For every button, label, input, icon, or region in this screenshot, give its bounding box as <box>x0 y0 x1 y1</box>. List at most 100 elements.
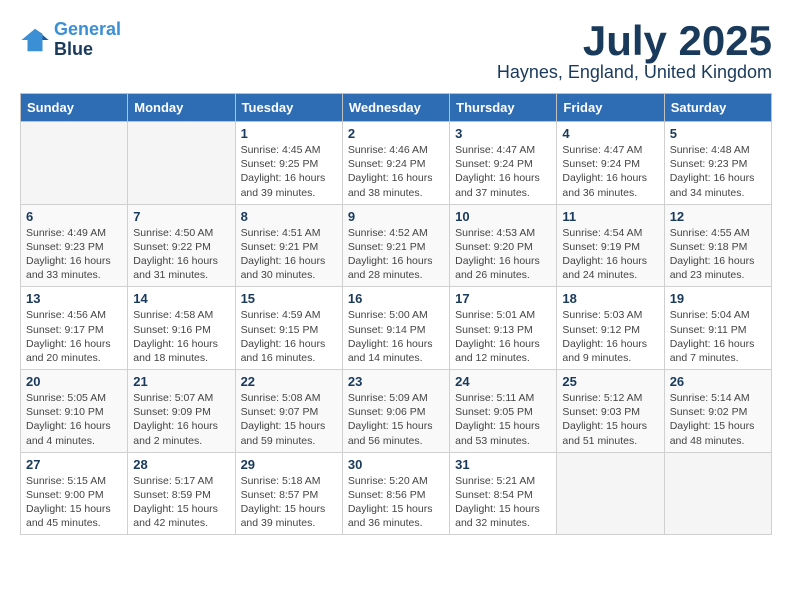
day-number: 1 <box>241 126 337 141</box>
day-info: Sunrise: 4:53 AMSunset: 9:20 PMDaylight:… <box>455 226 551 283</box>
day-info: Sunrise: 4:58 AMSunset: 9:16 PMDaylight:… <box>133 308 229 365</box>
day-info: Sunrise: 5:12 AMSunset: 9:03 PMDaylight:… <box>562 391 658 448</box>
calendar-cell: 4 Sunrise: 4:47 AMSunset: 9:24 PMDaylight… <box>557 122 664 205</box>
day-number: 28 <box>133 457 229 472</box>
day-number: 11 <box>562 209 658 224</box>
day-info: Sunrise: 4:56 AMSunset: 9:17 PMDaylight:… <box>26 308 122 365</box>
day-number: 4 <box>562 126 658 141</box>
day-number: 12 <box>670 209 766 224</box>
day-number: 13 <box>26 291 122 306</box>
calendar-cell: 8 Sunrise: 4:51 AMSunset: 9:21 PMDaylight… <box>235 204 342 287</box>
day-number: 14 <box>133 291 229 306</box>
calendar-week-row: 6 Sunrise: 4:49 AMSunset: 9:23 PMDaylight… <box>21 204 772 287</box>
calendar-cell: 29Sunrise: 5:18 AMSunset: 8:57 PMDayligh… <box>235 452 342 535</box>
calendar-cell <box>664 452 771 535</box>
day-info: Sunrise: 4:49 AMSunset: 9:23 PMDaylight:… <box>26 226 122 283</box>
col-sunday: Sunday <box>21 94 128 122</box>
day-info: Sunrise: 5:05 AMSunset: 9:10 PMDaylight:… <box>26 391 122 448</box>
day-info: Sunrise: 5:00 AMSunset: 9:14 PMDaylight:… <box>348 308 444 365</box>
calendar-cell <box>21 122 128 205</box>
day-number: 15 <box>241 291 337 306</box>
day-info: Sunrise: 4:48 AMSunset: 9:23 PMDaylight:… <box>670 143 766 200</box>
calendar-week-row: 13 Sunrise: 4:56 AMSunset: 9:17 PMDayligh… <box>21 287 772 370</box>
day-info: Sunrise: 4:51 AMSunset: 9:21 PMDaylight:… <box>241 226 337 283</box>
day-info: Sunrise: 5:11 AMSunset: 9:05 PMDaylight:… <box>455 391 551 448</box>
calendar-table: Sunday Monday Tuesday Wednesday Thursday… <box>20 93 772 535</box>
location: Haynes, England, United Kingdom <box>497 62 772 83</box>
calendar-cell: 26 Sunrise: 5:14 AMSunset: 9:02 PMDayligh… <box>664 370 771 453</box>
day-number: 6 <box>26 209 122 224</box>
calendar-cell: 25 Sunrise: 5:12 AMSunset: 9:03 PMDayligh… <box>557 370 664 453</box>
day-number: 10 <box>455 209 551 224</box>
col-thursday: Thursday <box>450 94 557 122</box>
calendar-cell: 9 Sunrise: 4:52 AMSunset: 9:21 PMDaylight… <box>342 204 449 287</box>
day-number: 29 <box>241 457 337 472</box>
day-number: 24 <box>455 374 551 389</box>
calendar-cell: 21 Sunrise: 5:07 AMSunset: 9:09 PMDayligh… <box>128 370 235 453</box>
calendar-cell: 22 Sunrise: 5:08 AMSunset: 9:07 PMDayligh… <box>235 370 342 453</box>
calendar-header-row: Sunday Monday Tuesday Wednesday Thursday… <box>21 94 772 122</box>
day-info: Sunrise: 5:14 AMSunset: 9:02 PMDaylight:… <box>670 391 766 448</box>
day-number: 7 <box>133 209 229 224</box>
col-friday: Friday <box>557 94 664 122</box>
calendar-cell: 20Sunrise: 5:05 AMSunset: 9:10 PMDayligh… <box>21 370 128 453</box>
day-info: Sunrise: 5:04 AMSunset: 9:11 PMDaylight:… <box>670 308 766 365</box>
page-header: General Blue July 2025 Haynes, England, … <box>20 20 772 83</box>
calendar-cell: 10 Sunrise: 4:53 AMSunset: 9:20 PMDayligh… <box>450 204 557 287</box>
calendar-week-row: 27Sunrise: 5:15 AMSunset: 9:00 PMDayligh… <box>21 452 772 535</box>
calendar-week-row: 1Sunrise: 4:45 AMSunset: 9:25 PMDaylight… <box>21 122 772 205</box>
calendar-cell: 18Sunrise: 5:03 AMSunset: 9:12 PMDayligh… <box>557 287 664 370</box>
logo-icon <box>20 25 50 55</box>
title-area: July 2025 Haynes, England, United Kingdo… <box>497 20 772 83</box>
calendar-cell <box>128 122 235 205</box>
logo: General Blue <box>20 20 121 60</box>
col-tuesday: Tuesday <box>235 94 342 122</box>
calendar-cell: 5 Sunrise: 4:48 AMSunset: 9:23 PMDaylight… <box>664 122 771 205</box>
calendar-cell: 12 Sunrise: 4:55 AMSunset: 9:18 PMDayligh… <box>664 204 771 287</box>
day-number: 23 <box>348 374 444 389</box>
day-info: Sunrise: 5:03 AMSunset: 9:12 PMDaylight:… <box>562 308 658 365</box>
day-info: Sunrise: 4:52 AMSunset: 9:21 PMDaylight:… <box>348 226 444 283</box>
day-number: 9 <box>348 209 444 224</box>
logo-text: General Blue <box>54 20 121 60</box>
calendar-cell: 31Sunrise: 5:21 AMSunset: 8:54 PMDayligh… <box>450 452 557 535</box>
calendar-cell: 28 Sunrise: 5:17 AMSunset: 8:59 PMDayligh… <box>128 452 235 535</box>
day-number: 16 <box>348 291 444 306</box>
calendar-cell: 11Sunrise: 4:54 AMSunset: 9:19 PMDayligh… <box>557 204 664 287</box>
day-number: 31 <box>455 457 551 472</box>
calendar-week-row: 20Sunrise: 5:05 AMSunset: 9:10 PMDayligh… <box>21 370 772 453</box>
calendar-cell: 19Sunrise: 5:04 AMSunset: 9:11 PMDayligh… <box>664 287 771 370</box>
day-number: 22 <box>241 374 337 389</box>
day-number: 25 <box>562 374 658 389</box>
col-saturday: Saturday <box>664 94 771 122</box>
calendar-cell: 13 Sunrise: 4:56 AMSunset: 9:17 PMDayligh… <box>21 287 128 370</box>
day-number: 5 <box>670 126 766 141</box>
month-title: July 2025 <box>497 20 772 62</box>
day-number: 26 <box>670 374 766 389</box>
calendar-cell: 3 Sunrise: 4:47 AMSunset: 9:24 PMDaylight… <box>450 122 557 205</box>
day-info: Sunrise: 4:50 AMSunset: 9:22 PMDaylight:… <box>133 226 229 283</box>
calendar-cell: 15Sunrise: 4:59 AMSunset: 9:15 PMDayligh… <box>235 287 342 370</box>
day-info: Sunrise: 4:47 AMSunset: 9:24 PMDaylight:… <box>455 143 551 200</box>
day-info: Sunrise: 5:07 AMSunset: 9:09 PMDaylight:… <box>133 391 229 448</box>
col-monday: Monday <box>128 94 235 122</box>
day-info: Sunrise: 4:55 AMSunset: 9:18 PMDaylight:… <box>670 226 766 283</box>
day-number: 3 <box>455 126 551 141</box>
day-number: 30 <box>348 457 444 472</box>
day-info: Sunrise: 5:20 AMSunset: 8:56 PMDaylight:… <box>348 474 444 531</box>
day-number: 17 <box>455 291 551 306</box>
day-info: Sunrise: 4:47 AMSunset: 9:24 PMDaylight:… <box>562 143 658 200</box>
day-info: Sunrise: 5:17 AMSunset: 8:59 PMDaylight:… <box>133 474 229 531</box>
day-number: 27 <box>26 457 122 472</box>
day-info: Sunrise: 5:08 AMSunset: 9:07 PMDaylight:… <box>241 391 337 448</box>
calendar-cell: 14 Sunrise: 4:58 AMSunset: 9:16 PMDayligh… <box>128 287 235 370</box>
calendar-cell: 17 Sunrise: 5:01 AMSunset: 9:13 PMDayligh… <box>450 287 557 370</box>
day-info: Sunrise: 5:01 AMSunset: 9:13 PMDaylight:… <box>455 308 551 365</box>
calendar-cell: 27Sunrise: 5:15 AMSunset: 9:00 PMDayligh… <box>21 452 128 535</box>
day-number: 8 <box>241 209 337 224</box>
calendar-cell: 30 Sunrise: 5:20 AMSunset: 8:56 PMDayligh… <box>342 452 449 535</box>
calendar-cell: 6 Sunrise: 4:49 AMSunset: 9:23 PMDaylight… <box>21 204 128 287</box>
calendar-cell <box>557 452 664 535</box>
calendar-cell: 2Sunrise: 4:46 AMSunset: 9:24 PMDaylight… <box>342 122 449 205</box>
day-number: 21 <box>133 374 229 389</box>
